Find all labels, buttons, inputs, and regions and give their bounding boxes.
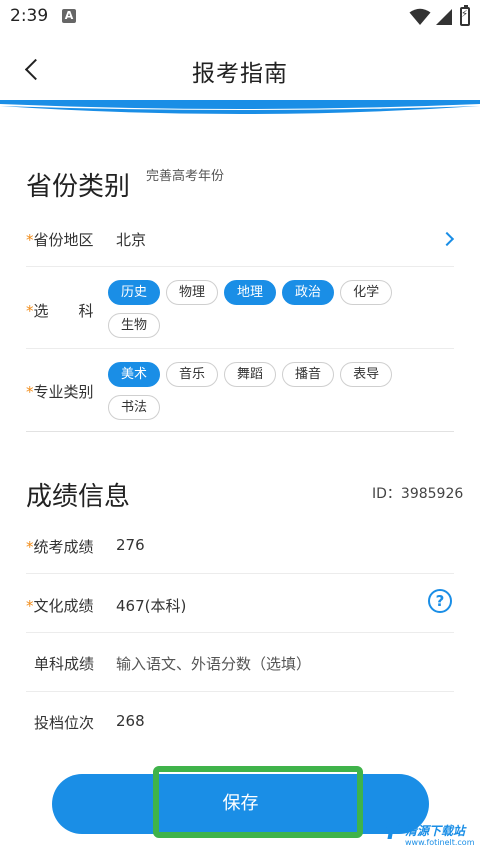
score-section-title: 成绩信息 [26, 482, 131, 512]
major-tag[interactable]: 音乐 [166, 362, 219, 387]
rank-input[interactable]: 268 [116, 712, 145, 730]
page-title: 报考指南 [192, 61, 288, 87]
required-mark: * [26, 383, 34, 401]
subject-tag[interactable]: 生物 [108, 313, 161, 338]
region-label: *省份地区 [26, 229, 94, 250]
divider [26, 632, 454, 633]
watermark-url: www.fotinelt.com [405, 838, 475, 847]
unified-score-label-text: 统考成绩 [33, 538, 94, 556]
header-arc-decoration [0, 100, 480, 114]
major-tag[interactable]: 播音 [282, 362, 335, 387]
major-tag[interactable]: 书法 [108, 395, 161, 420]
save-button-highlight-box [153, 766, 363, 838]
divider [26, 573, 454, 574]
subject-tag[interactable]: 物理 [166, 280, 219, 305]
major-tag[interactable]: 美术 [108, 362, 161, 387]
watermark-y-mark: Y [383, 820, 399, 845]
rank-label: 投档位次 [34, 714, 95, 732]
major-type-label: *专业类别 [26, 381, 94, 402]
signal-icon [436, 9, 452, 25]
major-tag[interactable]: 表导 [340, 362, 393, 387]
subject-tag[interactable]: 历史 [108, 280, 161, 305]
subjects-label-text: 选 科 [33, 302, 94, 320]
required-mark: * [26, 302, 34, 320]
culture-score-label-text: 文化成绩 [33, 597, 94, 615]
battery-icon [460, 5, 470, 26]
help-question-icon[interactable]: ? [428, 589, 452, 613]
single-score-input[interactable]: 输入语文、外语分数（选填） [116, 653, 311, 674]
wifi-icon [409, 8, 431, 25]
region-value[interactable]: 北京 [116, 229, 146, 250]
subjects-label: *选 科 [26, 300, 94, 321]
status-time: 2:39 [10, 6, 49, 26]
watermark-name: 清源下载站 [405, 824, 466, 838]
divider [26, 266, 454, 267]
divider [26, 431, 454, 432]
unified-score-input[interactable]: 276 [116, 536, 145, 554]
subject-tag[interactable]: 地理 [224, 280, 277, 305]
major-type-options: 美术 音乐 舞蹈 播音 表导书法 [108, 362, 438, 428]
province-section-title: 省份类别 [26, 172, 131, 202]
user-id: ID：3985926 [372, 486, 464, 502]
culture-score-input[interactable]: 467(本科) [116, 595, 186, 616]
required-mark: * [26, 538, 34, 556]
culture-score-label: *文化成绩 [26, 595, 94, 616]
major-tag[interactable]: 舞蹈 [224, 362, 277, 387]
subject-tag[interactable]: 化学 [340, 280, 393, 305]
chevron-right-icon[interactable] [440, 231, 456, 247]
province-section-hint[interactable]: 完善高考年份 [146, 165, 224, 184]
required-mark: * [26, 597, 34, 615]
unified-score-label: *统考成绩 [26, 536, 94, 557]
divider [26, 348, 454, 349]
single-score-label: 单科成绩 [34, 655, 95, 673]
subject-tag[interactable]: 政治 [282, 280, 335, 305]
subjects-options: 历史 物理 地理 政治 化学生物 [108, 280, 438, 346]
region-label-text: 省份地区 [33, 231, 94, 249]
status-bar: 2:39 A [0, 0, 480, 34]
required-mark: * [26, 231, 34, 249]
header: 报考指南 [0, 34, 480, 106]
divider [26, 691, 454, 692]
major-type-label-text: 专业类别 [33, 383, 94, 401]
watermark-logo: Y 清源下载站 www.fotinelt.com [383, 820, 475, 848]
notification-a-icon: A [62, 9, 76, 23]
